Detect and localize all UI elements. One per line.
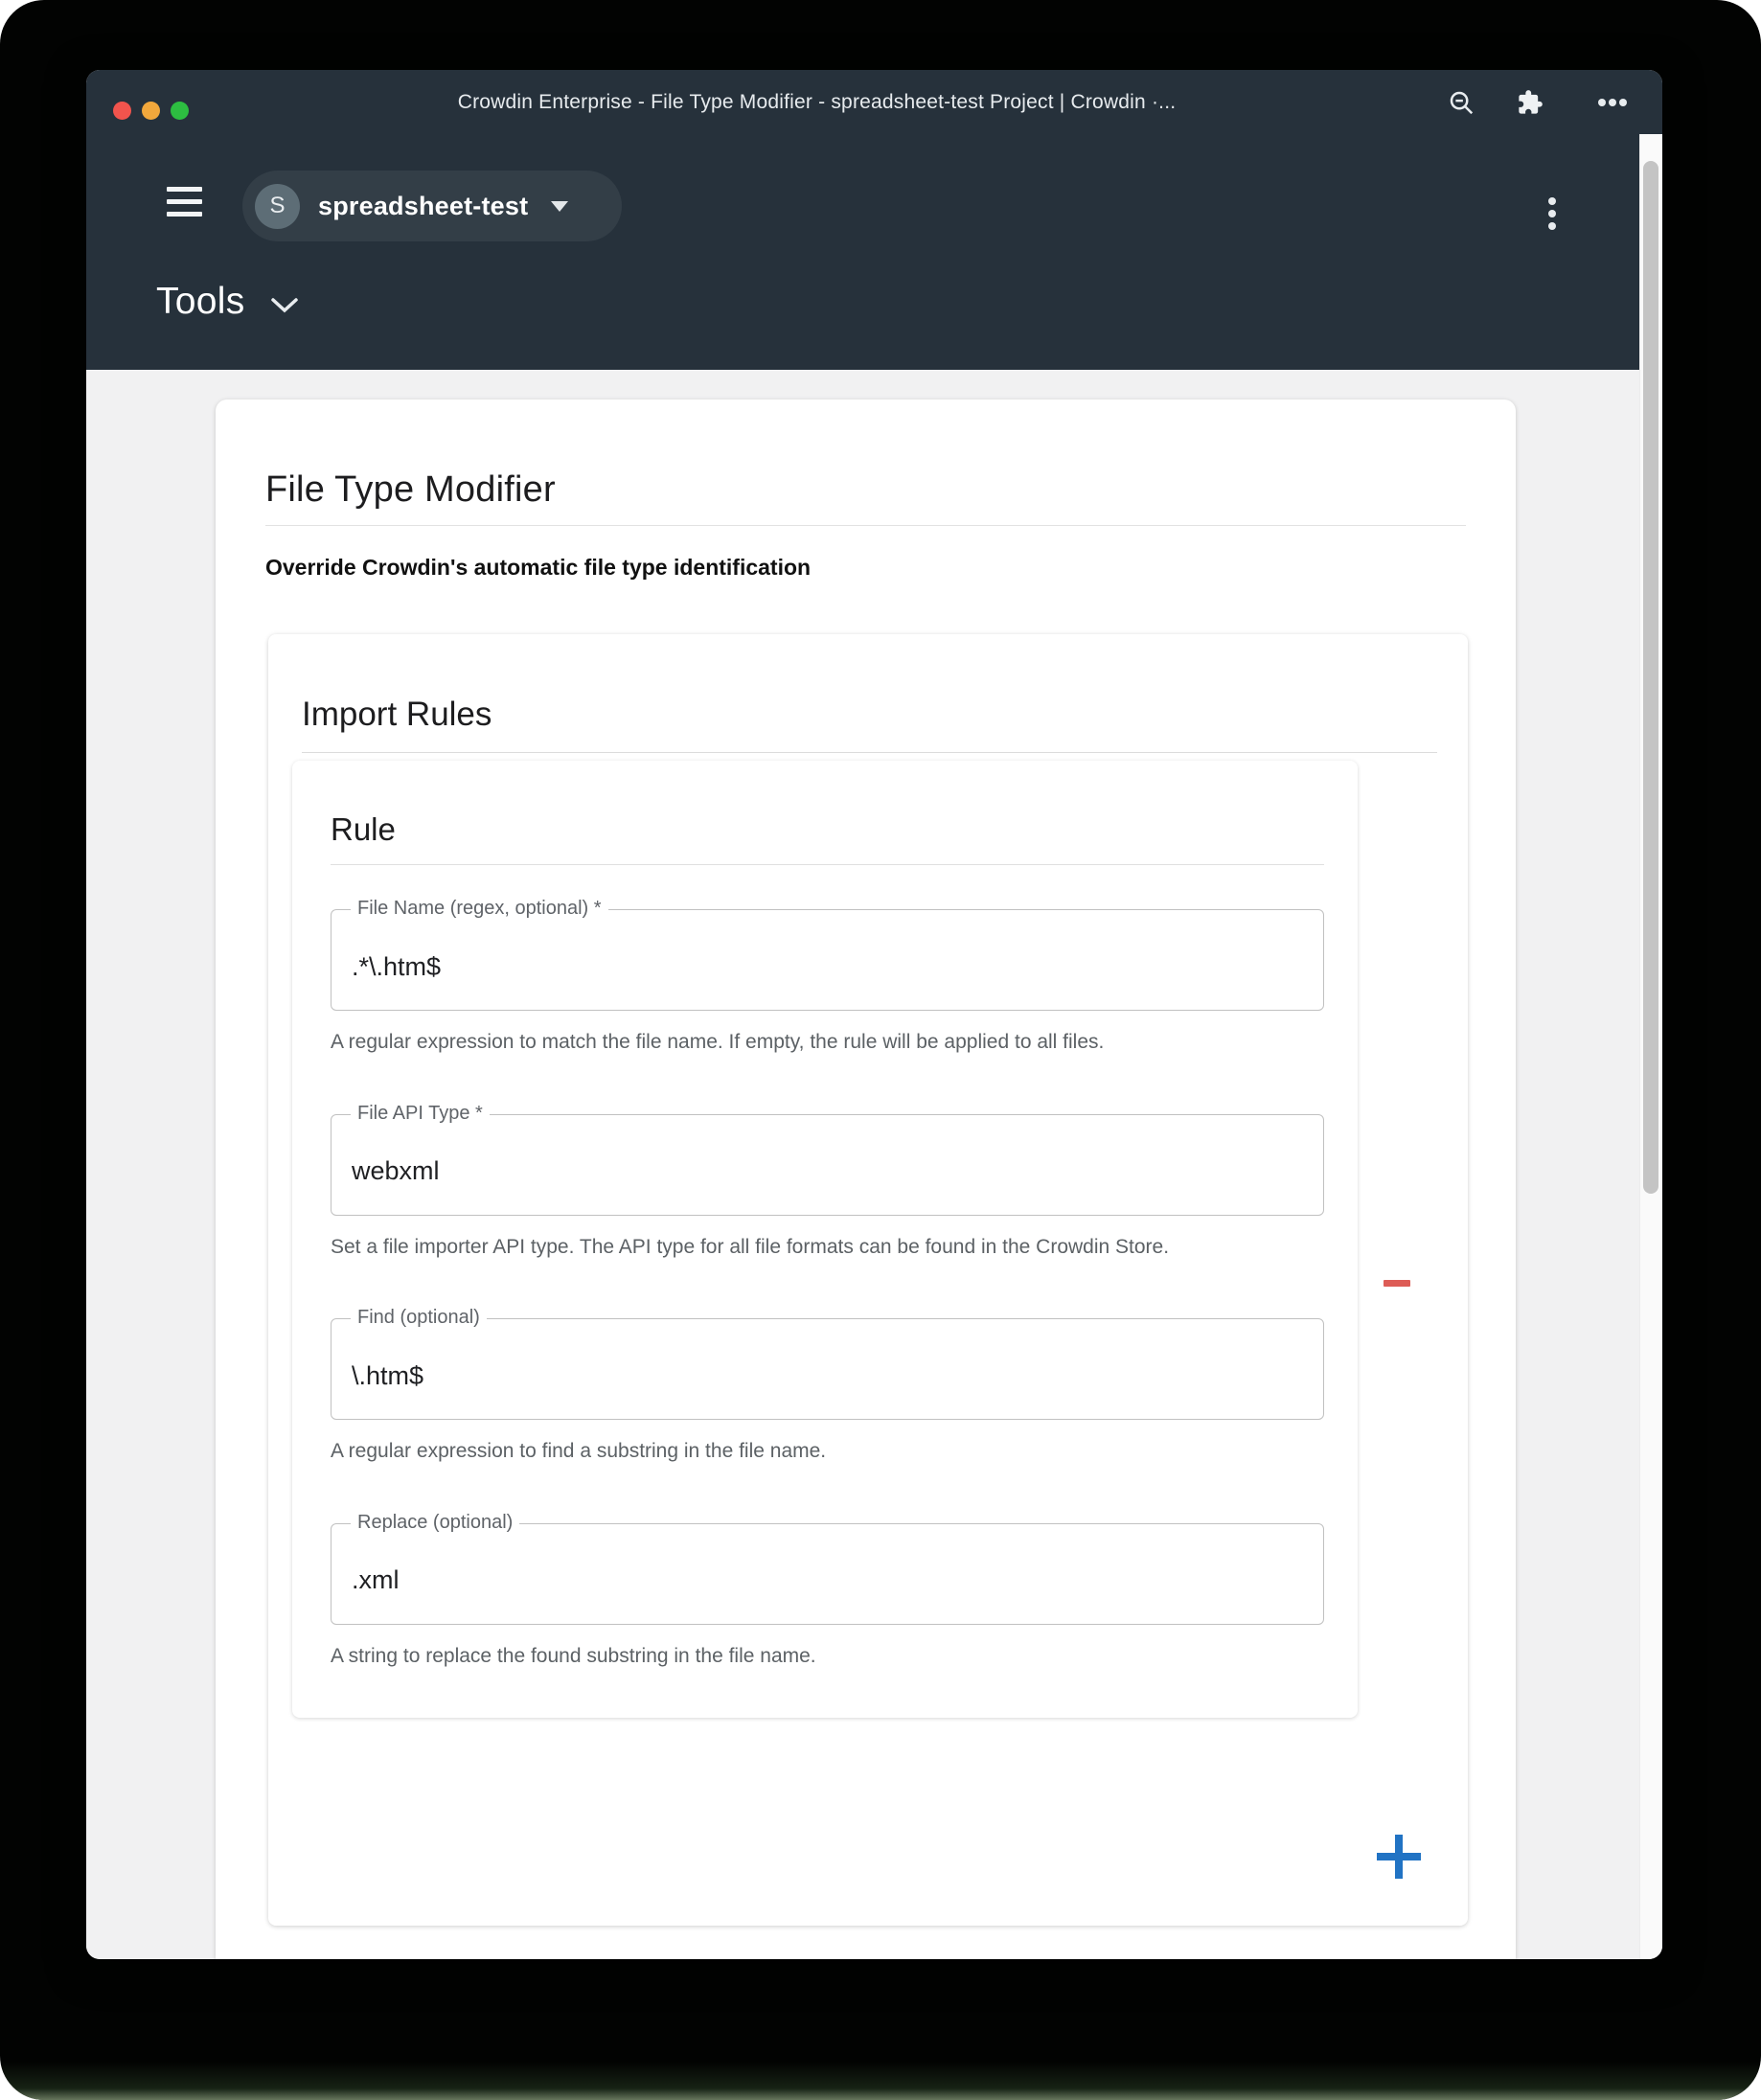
- text-field-outline: Find (optional): [331, 1318, 1324, 1420]
- scrollbar-track[interactable]: [1639, 134, 1662, 1959]
- app-header: Crowdin Enterprise - File Type Modifier …: [86, 70, 1662, 370]
- backdrop: Crowdin Enterprise - File Type Modifier …: [0, 0, 1761, 2100]
- text-field-outline: File Name (regex, optional) *: [331, 909, 1324, 1011]
- field-helper: A regular expression to match the file n…: [331, 1027, 1298, 1059]
- divider: [302, 752, 1437, 753]
- rule-card: Rule File Name (regex, optional) * A reg…: [292, 761, 1358, 1718]
- minimize-window-button[interactable]: [142, 102, 160, 120]
- field-helper: Set a file importer API type. The API ty…: [331, 1232, 1298, 1264]
- field-file-name: File Name (regex, optional) * A regular …: [331, 909, 1324, 1059]
- replace-input[interactable]: [332, 1524, 1323, 1624]
- hamburger-menu-icon[interactable]: [167, 187, 202, 217]
- tools-label: Tools: [156, 281, 245, 323]
- plus-icon: [1368, 1826, 1429, 1887]
- file-api-type-input[interactable]: [332, 1115, 1323, 1215]
- close-window-button[interactable]: [113, 102, 131, 120]
- text-field-outline: File API Type *: [331, 1114, 1324, 1216]
- field-helper: A regular expression to find a substring…: [331, 1436, 1298, 1468]
- import-rules-heading: Import Rules: [302, 696, 1437, 734]
- browser-window: Crowdin Enterprise - File Type Modifier …: [86, 70, 1662, 1959]
- project-switcher[interactable]: S spreadsheet-test: [242, 171, 622, 241]
- field-file-api-type: File API Type * Set a file importer API …: [331, 1114, 1324, 1264]
- remove-rule-button[interactable]: [1376, 1264, 1418, 1302]
- chevron-down-icon: [270, 297, 299, 314]
- rule-heading: Rule: [331, 811, 1324, 848]
- scrollbar-thumb[interactable]: [1643, 161, 1658, 1194]
- text-field-outline: Replace (optional): [331, 1523, 1324, 1625]
- minus-icon: [1384, 1280, 1410, 1287]
- caret-down-icon: [551, 201, 568, 212]
- field-find: Find (optional) A regular expression to …: [331, 1318, 1324, 1468]
- app-menu-kebab-icon[interactable]: [1541, 193, 1564, 235]
- page-title: File Type Modifier: [265, 469, 1466, 511]
- tools-menu[interactable]: Tools: [156, 281, 299, 323]
- find-input[interactable]: [332, 1319, 1323, 1419]
- file-name-input[interactable]: [332, 910, 1323, 1010]
- page-subtitle: Override Crowdin's automatic file type i…: [265, 555, 1466, 581]
- extensions-puzzle-icon[interactable]: [1514, 86, 1546, 119]
- browser-tab-title: Crowdin Enterprise - File Type Modifier …: [220, 91, 1413, 114]
- page-content: File Type Modifier Override Crowdin's au…: [86, 370, 1662, 1959]
- project-avatar: S: [255, 184, 300, 229]
- field-replace: Replace (optional) A string to replace t…: [331, 1523, 1324, 1673]
- bottom-glow: [0, 2062, 1761, 2100]
- screenshot-canvas: Crowdin Enterprise - File Type Modifier …: [0, 0, 1761, 2100]
- divider: [331, 864, 1324, 865]
- add-rule-button[interactable]: [1368, 1826, 1429, 1887]
- browser-menu-kebab-icon[interactable]: [1596, 86, 1629, 119]
- zoom-out-icon[interactable]: [1445, 86, 1477, 119]
- import-rules-card: Import Rules Rule File Name (regex, opti…: [268, 634, 1468, 1926]
- remove-rule-column: [1358, 761, 1437, 1718]
- project-name: spreadsheet-test: [318, 192, 528, 221]
- file-type-modifier-card: File Type Modifier Override Crowdin's au…: [216, 399, 1516, 1959]
- rule-row: Rule File Name (regex, optional) * A reg…: [292, 761, 1437, 1718]
- fullscreen-window-button[interactable]: [171, 102, 189, 120]
- field-helper: A string to replace the found substring …: [331, 1641, 1298, 1673]
- divider: [265, 525, 1466, 526]
